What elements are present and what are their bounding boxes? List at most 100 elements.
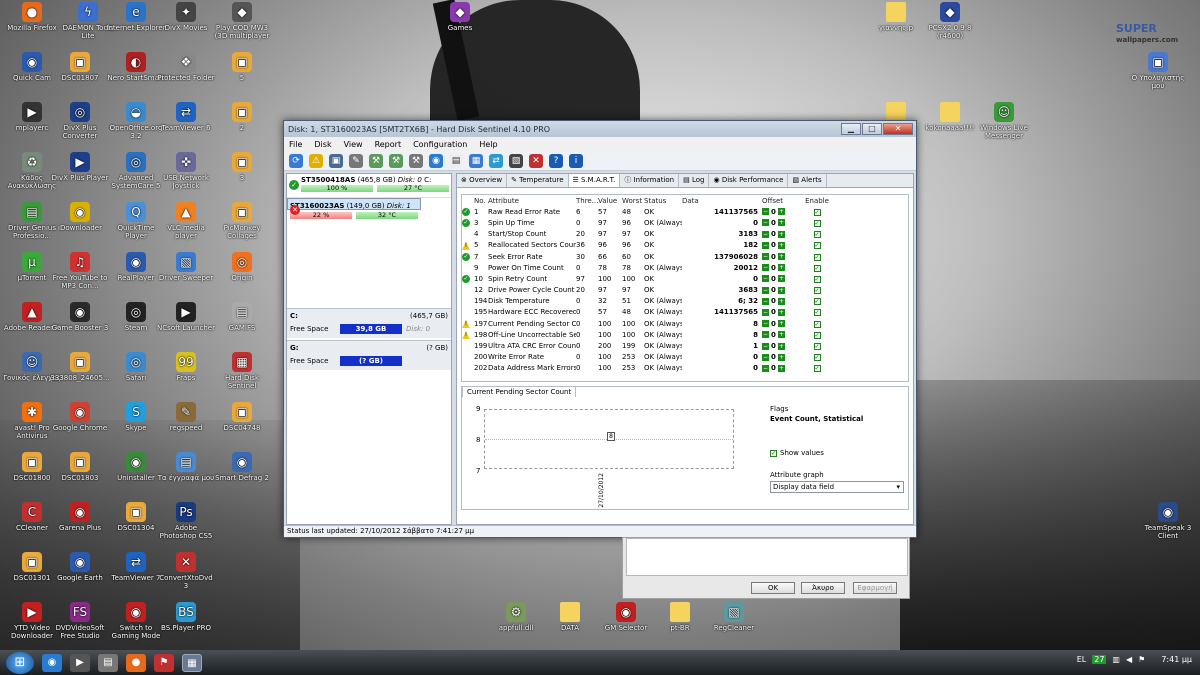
desktop-icon[interactable]: ⇄ TeamViewer 6: [156, 102, 216, 132]
col-value[interactable]: Value: [598, 197, 622, 205]
col-status[interactable]: Status: [644, 197, 682, 205]
minus-icon[interactable]: −: [762, 342, 769, 350]
tool2-icon[interactable]: ⚒: [389, 153, 403, 168]
smart-row[interactable]: ✓ 10 Spin Retry Count 97 100 100 OK 0−0 + ✓: [462, 273, 908, 284]
desktop-icon[interactable]: ▣ 2: [212, 102, 272, 132]
desktop-icon[interactable]: ☺ Windows Live Messenger: [974, 102, 1034, 140]
desktop-icon[interactable]: ▣ 333808_24605...: [50, 352, 110, 382]
monitor-icon[interactable]: ▣: [329, 153, 343, 168]
enable-checkbox[interactable]: ✓: [802, 219, 832, 227]
minus-icon[interactable]: −: [762, 353, 769, 361]
smart-row[interactable]: 202 Data Address Mark Errors 0 100 253 OK (Al…: [462, 363, 908, 374]
enable-checkbox[interactable]: ✓: [802, 275, 832, 283]
offset-stepper[interactable]: −0 +: [762, 241, 802, 249]
minus-icon[interactable]: −: [762, 241, 769, 249]
minus-icon[interactable]: −: [762, 331, 769, 339]
enable-checkbox[interactable]: ✓: [802, 331, 832, 339]
desktop-icon[interactable]: ✦ DivX Movies: [156, 2, 216, 32]
desktop-icon[interactable]: ▧ RegCleaner: [704, 602, 764, 632]
col-no[interactable]: No.: [474, 197, 488, 205]
desktop-icon[interactable]: kokonaaaa!!!!: [920, 102, 980, 132]
plus-icon[interactable]: +: [777, 297, 785, 305]
offset-stepper[interactable]: −0 +: [762, 308, 802, 316]
desktop-icon[interactable]: ● Mozilla Firefox: [2, 2, 62, 32]
desktop-icon[interactable]: ◆ Games: [430, 2, 490, 32]
clock[interactable]: 7:41 μμ: [1161, 655, 1192, 664]
enable-checkbox[interactable]: ✓: [802, 286, 832, 295]
browser-taskbar-icon[interactable]: ◉: [42, 653, 62, 672]
offset-stepper[interactable]: −0 +: [762, 297, 802, 305]
desktop-icon[interactable]: ⚙ appfull.dll: [486, 602, 546, 632]
plus-icon[interactable]: +: [777, 241, 785, 249]
plus-icon[interactable]: +: [777, 353, 785, 361]
network-icon[interactable]: ▥: [1112, 655, 1120, 664]
tab-temperature[interactable]: ✎ Temperature: [507, 174, 569, 187]
apply-button[interactable]: Εφαρμογή: [853, 582, 897, 594]
offset-stepper[interactable]: −0 +: [762, 208, 802, 216]
desktop-icon[interactable]: ▣ Ο Υπολογιστής μου: [1128, 52, 1188, 90]
desktop-icon[interactable]: ◉ TeamSpeak 3 Client: [1138, 502, 1198, 540]
minus-icon[interactable]: −: [762, 320, 769, 328]
menu-configuration[interactable]: Configuration: [413, 140, 467, 149]
partition-g[interactable]: G: (? GB) Free Space (? GB): [287, 340, 451, 370]
plus-icon[interactable]: +: [777, 331, 785, 339]
col-attribute[interactable]: Attribute: [488, 197, 576, 205]
enable-checkbox[interactable]: ✓: [802, 320, 832, 328]
col-threshold[interactable]: Thre...: [576, 197, 598, 205]
desktop-icon[interactable]: ▤ GAMIFS: [212, 302, 272, 332]
offset-stepper[interactable]: −0 +: [762, 264, 802, 272]
desktop-icon[interactable]: ✎ regspeed: [156, 402, 216, 432]
ok-button[interactable]: OK: [751, 582, 795, 594]
col-offset[interactable]: Offset: [762, 197, 802, 205]
desktop-icon[interactable]: ◉ GM Selector: [596, 602, 656, 632]
plus-icon[interactable]: +: [777, 342, 785, 350]
hds-taskbar-icon[interactable]: ▦: [182, 653, 202, 672]
plus-icon[interactable]: +: [777, 230, 785, 238]
col-worst[interactable]: Worst: [622, 197, 644, 205]
close-button[interactable]: ✕: [883, 123, 913, 135]
menu-file[interactable]: File: [289, 140, 302, 149]
desktop-icon[interactable]: ✜ USB Network Joystick: [156, 152, 216, 190]
globe-icon[interactable]: ◉: [429, 153, 443, 168]
smart-row[interactable]: ✓3Spin Up Time09796OK (Always...0−0+✓: [462, 217, 908, 228]
plus-icon[interactable]: +: [777, 364, 785, 372]
about-icon[interactable]: i: [569, 153, 583, 168]
desktop-icon[interactable]: ▣ DSC01803: [50, 452, 110, 482]
desktop-icon[interactable]: ◉ Garena Plus: [50, 502, 110, 532]
desktop-icon[interactable]: FS DVDVideoSoft Free Studio: [50, 602, 110, 640]
maximize-button[interactable]: □: [862, 123, 882, 135]
info-icon[interactable]: ✕: [529, 153, 543, 168]
desktop-icon[interactable]: ▣ DSC04748: [212, 402, 272, 432]
chart-icon[interactable]: ▧: [509, 153, 523, 168]
enable-checkbox[interactable]: ✓: [802, 364, 832, 373]
wrench-icon[interactable]: ✎: [349, 153, 363, 168]
tab-information[interactable]: ⓘ Information: [620, 174, 680, 187]
desktop-icon[interactable]: Ps Adobe Photoshop CS5: [156, 502, 216, 540]
help-icon[interactable]: ?: [549, 153, 563, 168]
offset-stepper[interactable]: −0 +: [762, 331, 802, 339]
desktop-icon[interactable]: 99 Fraps: [156, 352, 216, 382]
smart-row[interactable]: 199 Ultra ATA CRC Error Count 0 200 199 OK (A…: [462, 340, 908, 351]
col-data[interactable]: Data: [682, 197, 762, 205]
hds-window[interactable]: Disk: 1, ST3160023AS [5MT2TX6B] - Hard D…: [283, 120, 917, 538]
desktop-icon[interactable]: ▧ Driver Sweeper: [156, 252, 216, 282]
offset-stepper[interactable]: −0 +: [762, 253, 802, 261]
minus-icon[interactable]: −: [762, 208, 769, 216]
plus-icon[interactable]: +: [777, 208, 785, 216]
desktop-icon[interactable]: ▣ 5: [212, 52, 272, 82]
smart-row[interactable]: 9 Power On Time Count 0 78 78 OK (Always... 20…: [462, 262, 908, 273]
smart-row[interactable]: ✓ 7 Seek Error Rate 30 66 60 OK 137906028−0 + ✓: [462, 251, 908, 262]
smart-row[interactable]: ! 5 Reallocated Sectors Count 36 96 96 OK 182−0…: [462, 240, 908, 251]
minus-icon[interactable]: −: [762, 275, 769, 283]
tab-alerts[interactable]: ▧ Alerts: [788, 174, 827, 187]
desktop-icon[interactable]: ◉ Google Chrome: [50, 402, 110, 432]
start-button[interactable]: ⊞: [6, 651, 34, 674]
smart-row[interactable]: 194Disk Temperature 0 32 51 OK (Always... 6; …: [462, 296, 908, 307]
disk-item-1[interactable]: ✕ ST3160023AS (149,0 GB) Disk: 1 22 % 32…: [287, 198, 421, 219]
offset-stepper[interactable]: −0 +: [762, 353, 802, 361]
menu-help[interactable]: Help: [479, 140, 497, 149]
desktop-icon[interactable]: ◎ Origin: [212, 252, 272, 282]
desktop-icon[interactable]: ▣ PicMonkey Collages: [212, 202, 272, 240]
offset-stepper[interactable]: −0 +: [762, 320, 802, 328]
desktop-icon[interactable]: ◉ Smart Defrag 2: [212, 452, 272, 482]
